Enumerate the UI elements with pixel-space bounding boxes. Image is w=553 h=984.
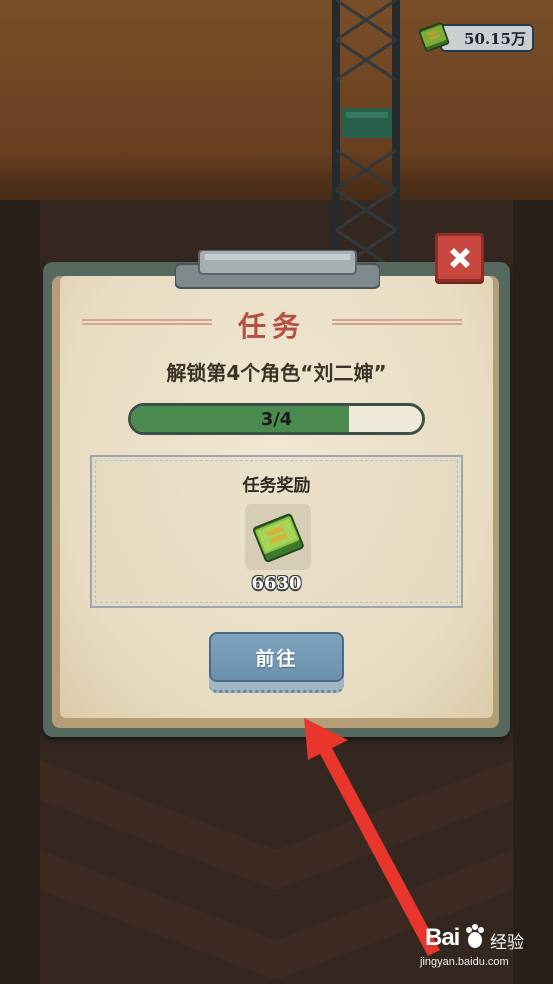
clipboard-clip bbox=[175, 250, 380, 289]
go-button-label[interactable]: 前往 bbox=[209, 632, 344, 682]
watermark-suffix: 经验 bbox=[490, 933, 524, 952]
task-progress-bar: 3/4 bbox=[128, 403, 425, 435]
reward-panel: 任务奖励 6630 bbox=[90, 455, 463, 608]
go-button[interactable]: 前往 bbox=[209, 632, 344, 693]
paw-icon bbox=[466, 924, 484, 948]
reward-item-slot bbox=[245, 504, 311, 570]
dialog-title: 任务 bbox=[237, 310, 306, 343]
game-scene: 50.15万 任务 解锁第4个角色“刘二婶” 3/4 任务奖励 6630 前往 … bbox=[0, 0, 553, 984]
cash-stack-icon bbox=[252, 513, 304, 563]
close-button[interactable] bbox=[435, 233, 484, 282]
progress-text: 3/4 bbox=[260, 408, 293, 430]
task-description: 解锁第4个角色“刘二婶” bbox=[166, 361, 387, 385]
reward-section-title: 任务奖励 bbox=[242, 476, 311, 496]
watermark-brand: Bai bbox=[425, 924, 460, 951]
baidu-watermark: Bai 经验 jingyan.baidu.com bbox=[420, 920, 550, 980]
watermark-url: jingyan.baidu.com bbox=[420, 956, 509, 968]
dialog-title-row: 任务 bbox=[82, 305, 462, 343]
close-icon bbox=[449, 247, 470, 268]
reward-amount: 6630 bbox=[251, 573, 302, 594]
